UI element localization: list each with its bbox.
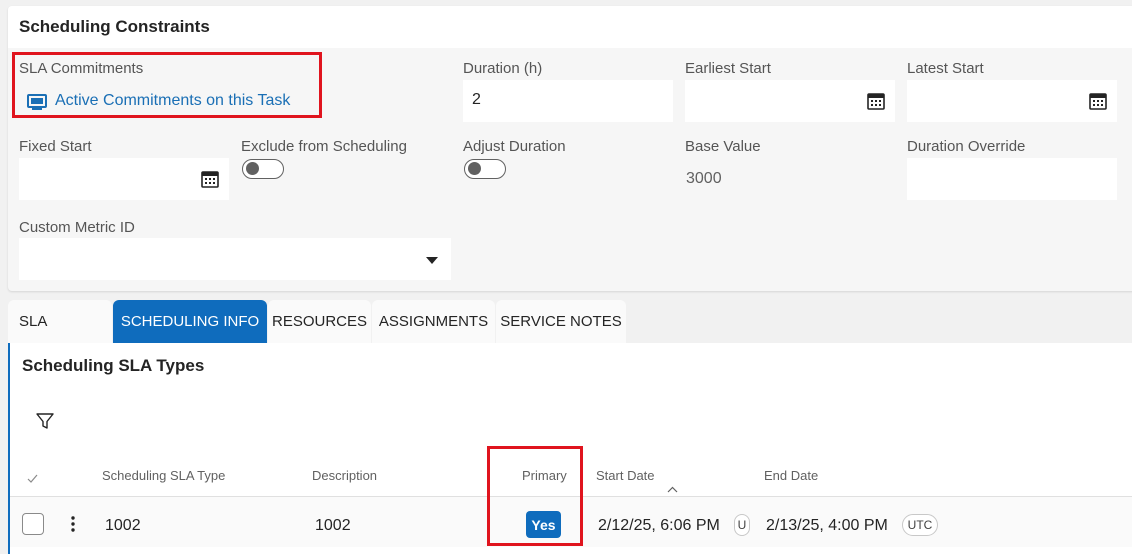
duration-field[interactable]: 2 — [463, 80, 673, 122]
adjust-duration-label: Adjust Duration — [463, 138, 566, 155]
cell-end-date: 2/13/25, 4:00 PM — [766, 517, 888, 534]
tab-service-notes[interactable]: SERVICE NOTES — [496, 300, 626, 343]
column-header-type[interactable]: Scheduling SLA Type — [102, 468, 225, 483]
column-header-start-date[interactable]: Start Date — [596, 468, 655, 483]
more-vertical-icon[interactable] — [71, 516, 75, 532]
tab-scheduling-info[interactable]: SCHEDULING INFO — [113, 300, 267, 343]
cell-description: 1002 — [315, 517, 351, 534]
fixed-start-field[interactable] — [19, 158, 229, 200]
panel-title: Scheduling SLA Types — [22, 356, 205, 375]
latest-start-label: Latest Start — [907, 60, 984, 77]
card-header: Scheduling Constraints — [8, 6, 1132, 48]
tab-assignments[interactable]: ASSIGNMENTS — [372, 300, 495, 343]
chevron-down-icon — [426, 257, 438, 264]
end-timezone-chip: UTC — [902, 514, 938, 536]
column-header-description[interactable]: Description — [312, 468, 377, 483]
highlight-box-primary — [487, 446, 583, 546]
column-header-end-date[interactable]: End Date — [764, 468, 818, 483]
latest-start-field[interactable] — [907, 80, 1117, 122]
calendar-icon[interactable] — [201, 170, 219, 188]
duration-label: Duration (h) — [463, 60, 543, 77]
sort-ascending-icon — [667, 486, 678, 493]
highlight-box-sla — [12, 52, 322, 118]
calendar-icon[interactable] — [867, 92, 885, 110]
tab-resources[interactable]: RESOURCES — [268, 300, 371, 343]
cell-type: 1002 — [105, 517, 141, 534]
calendar-icon[interactable] — [1089, 92, 1107, 110]
duration-value: 2 — [472, 91, 481, 108]
duration-override-field[interactable] — [907, 158, 1117, 200]
custom-metric-id-label: Custom Metric ID — [19, 219, 135, 236]
exclude-from-scheduling-toggle[interactable] — [242, 159, 284, 179]
row-select-checkbox[interactable] — [22, 513, 44, 535]
duration-override-label: Duration Override — [907, 138, 1026, 155]
select-all-check-icon[interactable] — [27, 474, 38, 483]
earliest-start-label: Earliest Start — [685, 60, 771, 77]
base-value: 3000 — [686, 170, 722, 187]
start-timezone-chip: U — [734, 514, 750, 536]
earliest-start-field[interactable] — [685, 80, 895, 122]
toggle-knob — [468, 162, 481, 175]
scheduling-constraints-card: Scheduling Constraints SLA Commitments A… — [8, 6, 1132, 291]
filter-icon[interactable] — [35, 411, 55, 431]
toggle-knob — [246, 162, 259, 175]
cell-start-date: 2/12/25, 6:06 PM — [598, 517, 720, 534]
exclude-from-scheduling-label: Exclude from Scheduling — [241, 138, 407, 155]
custom-metric-id-select[interactable] — [19, 238, 451, 280]
adjust-duration-toggle[interactable] — [464, 159, 506, 179]
tab-sla[interactable]: SLA — [8, 300, 112, 343]
fixed-start-label: Fixed Start — [19, 138, 92, 155]
card-title: Scheduling Constraints — [19, 17, 210, 36]
base-value-label: Base Value — [685, 138, 761, 155]
